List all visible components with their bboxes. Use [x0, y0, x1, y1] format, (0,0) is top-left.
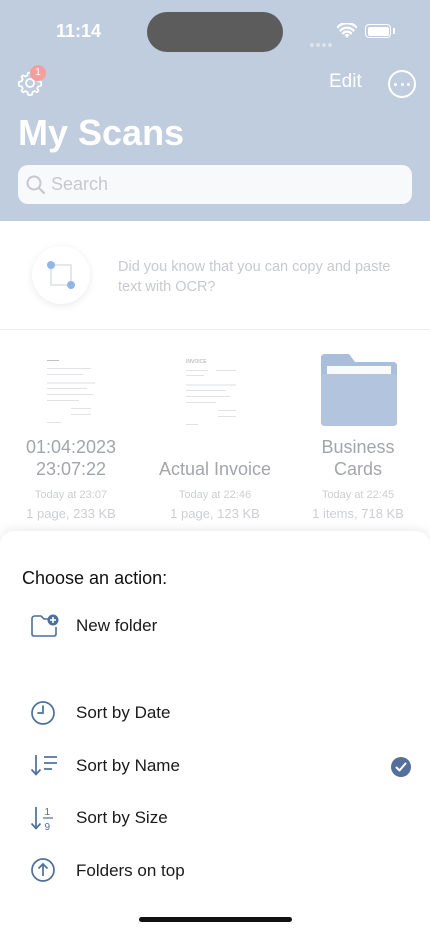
checkmark-icon	[391, 757, 411, 777]
new-folder-button[interactable]: New folder	[76, 616, 157, 636]
action-sheet	[0, 531, 430, 932]
svg-text:9: 9	[45, 822, 51, 833]
home-indicator[interactable]	[139, 917, 292, 922]
sort-size-icon: 19	[30, 804, 58, 833]
folders-on-top-button[interactable]: Folders on top	[76, 861, 185, 881]
arrow-up-circle-icon	[30, 857, 58, 885]
folder-plus-icon	[30, 612, 59, 640]
sort-by-size-button[interactable]: Sort by Size	[76, 808, 168, 828]
svg-text:1: 1	[45, 807, 51, 818]
sort-by-name-button[interactable]: Sort by Name	[76, 756, 180, 776]
sort-name-icon	[30, 752, 58, 780]
action-sheet-title: Choose an action:	[22, 568, 168, 588]
sort-by-date-button[interactable]: Sort by Date	[76, 703, 171, 723]
clock-icon	[30, 700, 58, 728]
